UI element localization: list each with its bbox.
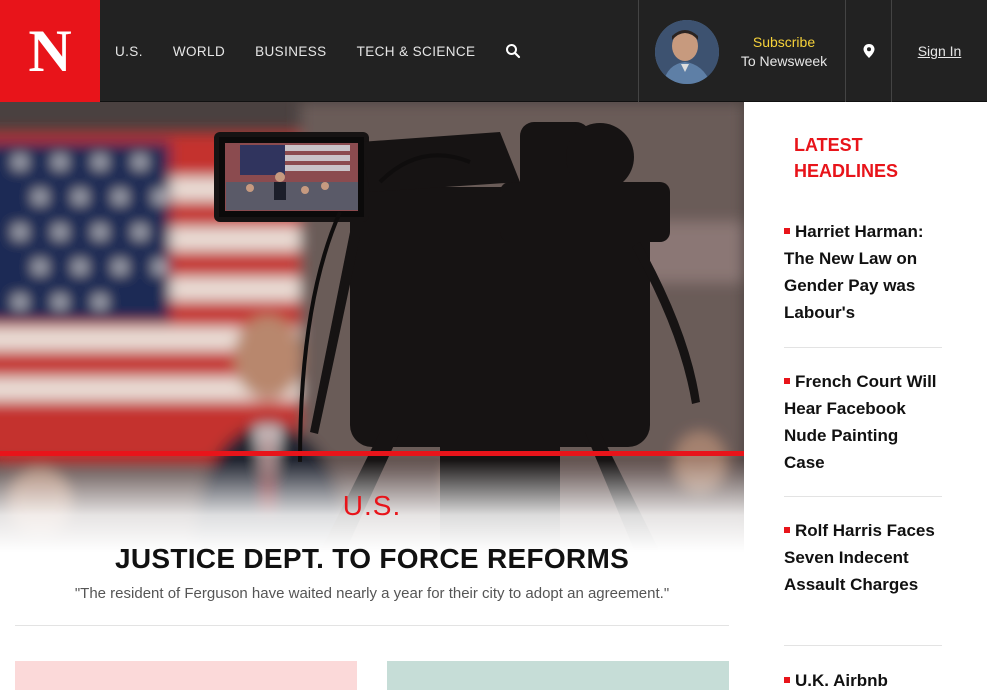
- headline-item[interactable]: U.K. Airbnb: [784, 667, 942, 690]
- newsweek-logo[interactable]: N: [0, 0, 100, 102]
- hero-accent-bar: [0, 451, 744, 456]
- nav-item-tech-science[interactable]: TECH & SCIENCE: [357, 44, 476, 59]
- bullet-icon: [784, 228, 790, 235]
- content-divider: [15, 625, 729, 626]
- headline-text: Harriet Harman: The New Law on Gender Pa…: [784, 222, 924, 322]
- story-card[interactable]: [387, 661, 729, 690]
- story-card[interactable]: [15, 661, 357, 690]
- bullet-icon: [784, 677, 790, 684]
- article-section-label[interactable]: U.S.: [0, 490, 744, 522]
- headline-divider: [784, 347, 942, 348]
- subscribe-sublabel: To Newsweek: [740, 53, 828, 69]
- subscribe-avatar: [655, 20, 719, 84]
- headline-divider: [784, 496, 942, 497]
- search-icon[interactable]: [505, 43, 521, 59]
- latest-headlines-sidebar: LATEST HEADLINES Harriet Harman: The New…: [744, 102, 987, 690]
- bullet-icon: [784, 527, 790, 534]
- headline-item[interactable]: French Court Will Hear Facebook Nude Pai…: [784, 368, 942, 476]
- article-dek: "The resident of Ferguson have waited ne…: [74, 585, 670, 602]
- subscribe-promo[interactable]: Subscribe To Newsweek: [638, 0, 846, 102]
- headline-text: U.K. Airbnb: [795, 671, 888, 690]
- site-header: N U.S. WORLD BUSINESS TECH & SCIENCE Sub…: [0, 0, 987, 102]
- headline-text: French Court Will Hear Facebook Nude Pai…: [784, 372, 937, 472]
- headline-divider: [784, 645, 942, 646]
- main-nav: U.S. WORLD BUSINESS TECH & SCIENCE: [100, 0, 521, 102]
- bullet-icon: [784, 378, 790, 385]
- nav-item-world[interactable]: WORLD: [173, 44, 225, 59]
- headline-text: Rolf Harris Faces Seven Indecent Assault…: [784, 521, 935, 594]
- hero-image[interactable]: [0, 102, 744, 552]
- nav-item-us[interactable]: U.S.: [115, 44, 143, 59]
- sidebar-title: LATEST HEADLINES: [794, 135, 899, 181]
- logo-letter: N: [28, 18, 72, 84]
- sign-in-link[interactable]: Sign In: [892, 0, 987, 102]
- nav-item-business[interactable]: BUSINESS: [255, 44, 326, 59]
- article-headline[interactable]: JUSTICE DEPT. TO FORCE REFORMS: [0, 543, 744, 575]
- headline-item[interactable]: Harriet Harman: The New Law on Gender Pa…: [784, 218, 942, 326]
- location-pin-icon[interactable]: [846, 0, 892, 102]
- headline-item[interactable]: Rolf Harris Faces Seven Indecent Assault…: [784, 517, 942, 598]
- subscribe-label: Subscribe: [752, 34, 816, 50]
